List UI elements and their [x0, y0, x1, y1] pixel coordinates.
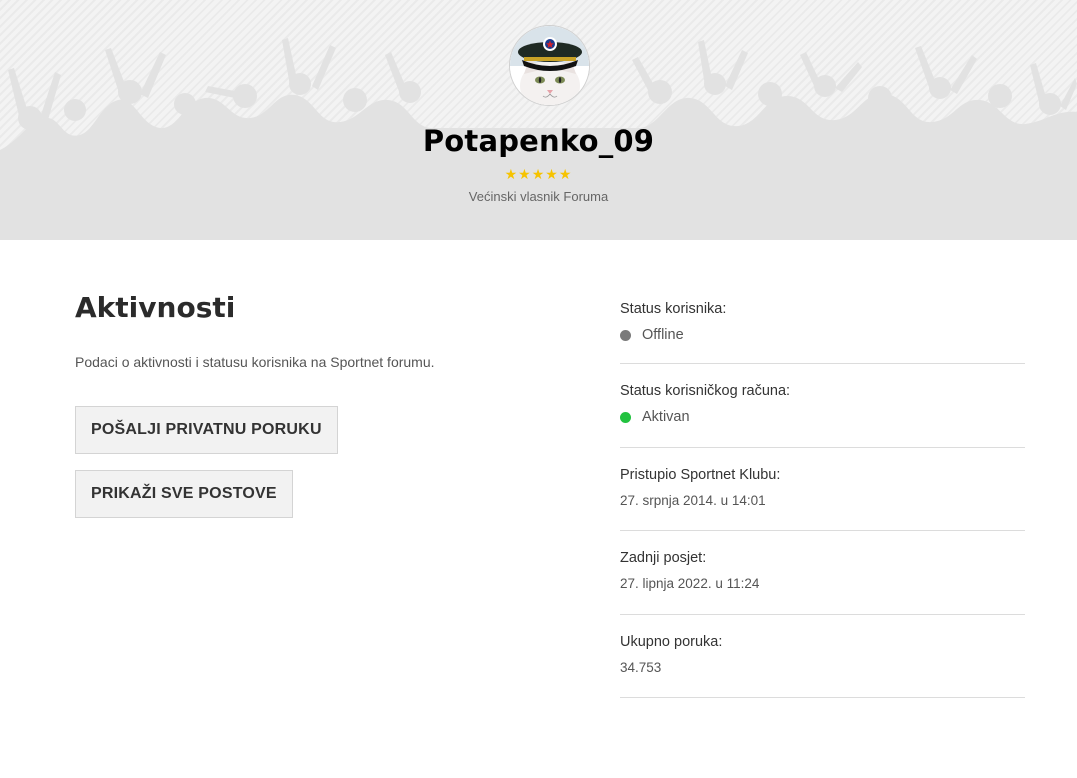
- info-row-user-status: Status korisnika: Offline: [620, 282, 1025, 364]
- info-label: Status korisničkog računa:: [620, 383, 791, 399]
- section-title: Aktivnosti: [75, 291, 236, 324]
- last-visit-date: 27. lipnja 2022. u 11:24: [620, 576, 760, 592]
- rating-stars: ★★★★★: [504, 167, 573, 183]
- show-all-posts-button[interactable]: PRIKAŽI SVE POSTOVE: [75, 470, 293, 518]
- user-status-text: Offline: [642, 327, 684, 343]
- info-label: Status korisnika:: [620, 301, 727, 317]
- active-status-dot-icon: [620, 411, 631, 423]
- username: Potapenko_09: [422, 124, 655, 158]
- send-private-message-button[interactable]: POŠALJI PRIVATNU PORUKU: [75, 406, 338, 454]
- offline-status-dot-icon: [620, 329, 631, 341]
- profile-header: Potapenko_09 ★★★★★ Većinski vlasnik Foru…: [0, 0, 1077, 240]
- info-value: Offline: [620, 326, 1025, 344]
- info-label: Zadnji posjet:: [620, 550, 707, 567]
- user-rank: Većinski vlasnik Foruma: [468, 189, 609, 204]
- info-label: Ukupno poruka:: [620, 633, 723, 650]
- info-row-total-posts: Ukupno poruka: 34.753: [620, 615, 1025, 699]
- activity-section: Aktivnosti Podaci o aktivnosti i statusu…: [75, 290, 575, 518]
- total-posts-count: 34.753: [620, 659, 662, 675]
- info-row-account-status: Status korisničkog računa: Aktivan: [620, 364, 1025, 448]
- user-avatar: [509, 25, 590, 106]
- info-label: Pristupio Sportnet Klubu:: [620, 466, 781, 483]
- joined-date: 27. srpnja 2014. u 14:01: [620, 492, 766, 508]
- user-info-panel: Status korisnika: Offline Status korisni…: [620, 282, 1025, 699]
- account-status-text: Aktivan: [642, 409, 690, 425]
- section-description: Podaci o aktivnosti i statusu korisnika …: [75, 354, 435, 370]
- info-value: Aktivan: [620, 408, 1025, 426]
- info-row-joined: Pristupio Sportnet Klubu: 27. srpnja 201…: [620, 448, 1025, 532]
- info-row-last-visit: Zadnji posjet: 27. lipnja 2022. u 11:24: [620, 531, 1025, 615]
